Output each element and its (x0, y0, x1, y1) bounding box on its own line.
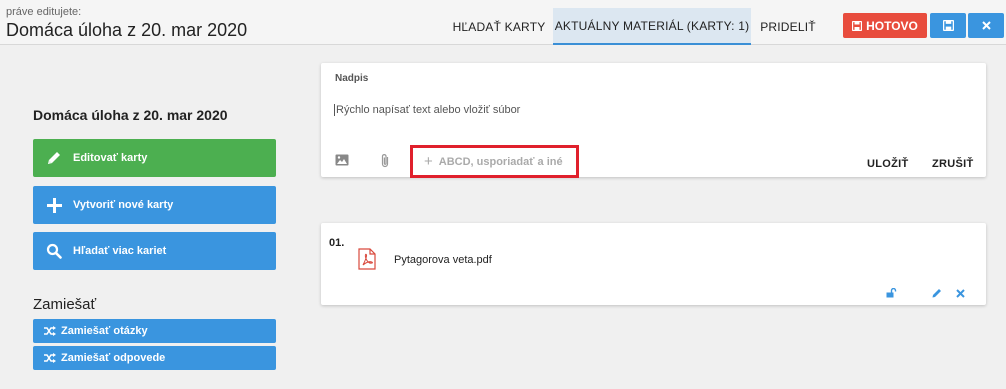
more-options-label: ABCD, usporiadať a iné (438, 155, 563, 168)
pencil-icon[interactable] (931, 287, 943, 299)
create-cards-label: Vytvoriť nové karty (73, 199, 174, 211)
file-name[interactable]: Pytagorova veta.pdf (394, 254, 492, 266)
new-card-editor: Nadpis + ABCD, usporiadať a iné ULOŽIŤ Z… (321, 63, 986, 178)
edit-cards-button[interactable]: Editovať karty (33, 139, 276, 177)
save-button[interactable] (930, 13, 966, 38)
pencil-icon (45, 149, 63, 167)
close-icon (981, 21, 991, 30)
heading-label[interactable]: Nadpis (335, 73, 368, 84)
shuffle-icon (44, 326, 56, 336)
cancel-card-button[interactable]: ZRUŠIŤ (932, 158, 974, 170)
search-more-cards-label: Hľadať viac kariet (73, 245, 167, 257)
close-button[interactable] (968, 13, 1004, 38)
done-button[interactable]: HOTOVO (843, 13, 927, 38)
shuffle-questions-label: Zamiešať otázky (61, 325, 148, 337)
search-more-cards-button[interactable]: Hľadať viac kariet (33, 232, 276, 270)
image-icon[interactable] (334, 152, 350, 168)
tab-assign[interactable]: PRIDELIŤ (751, 8, 825, 45)
header: práve editujete: Domáca úloha z 20. mar … (0, 0, 1006, 45)
document-title: Domáca úloha z 20. mar 2020 (6, 20, 248, 40)
tab-current-material[interactable]: AKTUÁLNY MATERIÁL (KARTY: 1) (553, 8, 751, 45)
pdf-icon (358, 248, 376, 270)
shuffle-icon (44, 353, 56, 363)
save-icon (852, 20, 863, 31)
plus-icon: + (424, 153, 433, 170)
plus-icon (45, 196, 63, 214)
quick-text-input[interactable] (334, 104, 954, 116)
editing-label: práve editujete: (6, 6, 82, 18)
done-label: HOTOVO (866, 18, 918, 33)
shuffle-questions-button[interactable]: Zamiešať otázky (33, 319, 276, 343)
save-icon (942, 20, 954, 31)
save-card-button[interactable]: ULOŽIŤ (867, 158, 909, 170)
sidebar-title: Domáca úloha z 20. mar 2020 (33, 107, 228, 123)
delete-icon[interactable] (954, 287, 966, 299)
more-options-button[interactable]: + ABCD, usporiadať a iné (410, 145, 579, 178)
paperclip-icon[interactable] (377, 152, 393, 168)
tab-search-cards[interactable]: HĽADAŤ KARTY (445, 8, 553, 45)
shuffle-section-title: Zamiešať (33, 296, 97, 313)
card-number: 01. (329, 237, 345, 249)
search-icon (45, 242, 63, 260)
shuffle-answers-button[interactable]: Zamiešať odpovede (33, 346, 276, 370)
create-cards-button[interactable]: Vytvoriť nové karty (33, 186, 276, 224)
card-item: 01. Pytagorova veta.pdf (321, 223, 986, 305)
unlock-icon[interactable] (885, 287, 897, 299)
edit-cards-label: Editovať karty (73, 152, 148, 164)
shuffle-answers-label: Zamiešať odpovede (61, 352, 166, 364)
